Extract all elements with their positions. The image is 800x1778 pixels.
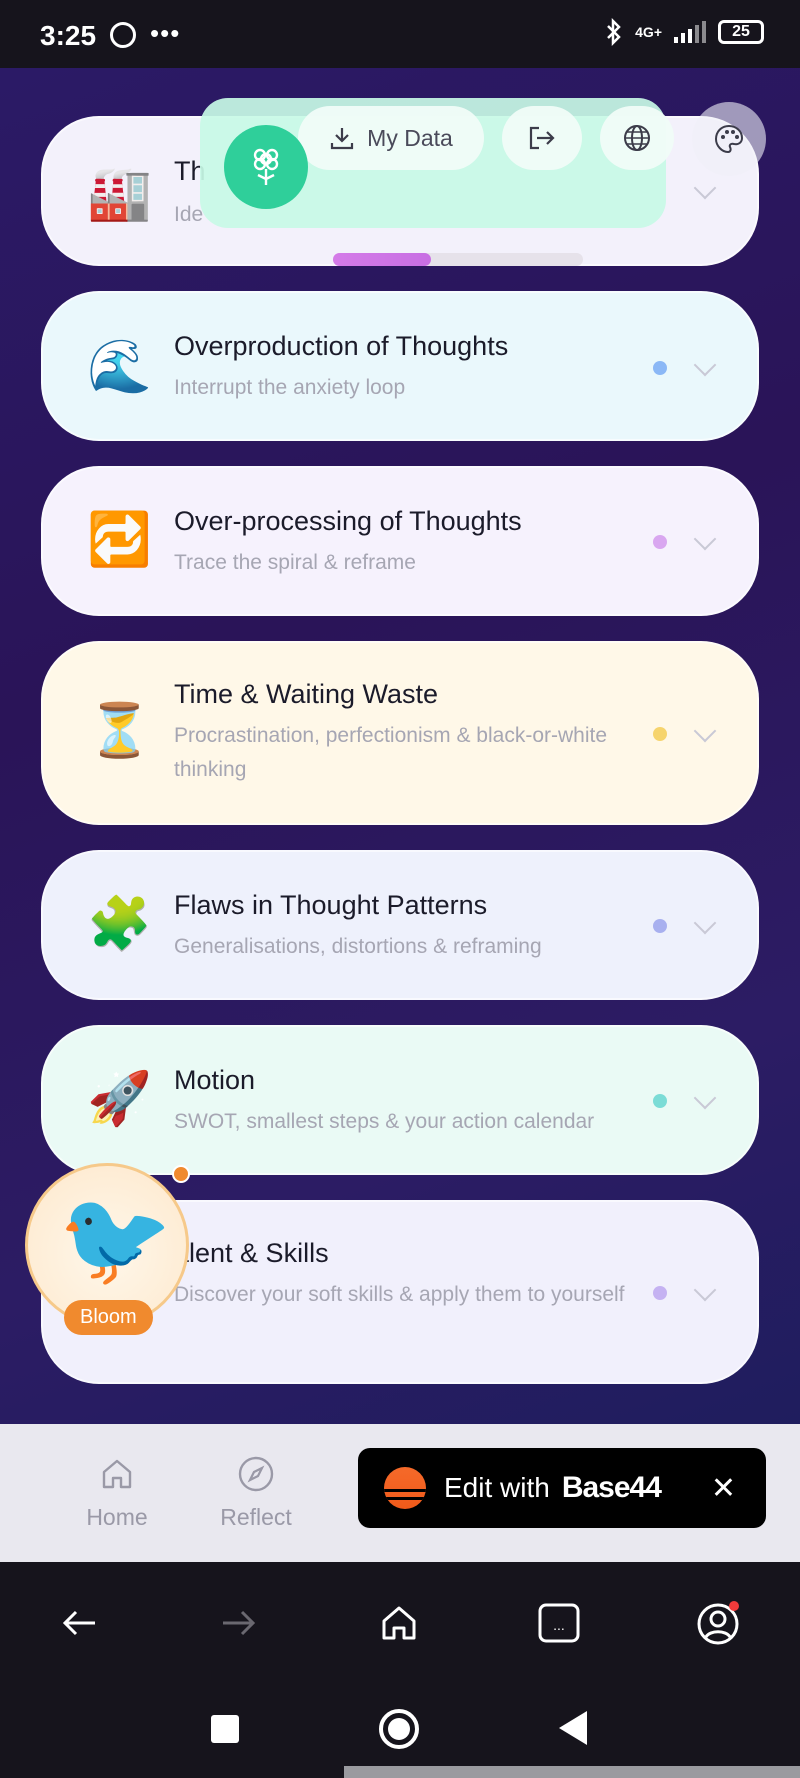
- phoenix-icon: 🐦: [58, 1188, 173, 1290]
- browser-home-button[interactable]: [374, 1598, 424, 1648]
- edit-with-label: Edit with: [444, 1472, 550, 1503]
- tabs-button[interactable]: ...: [534, 1598, 584, 1648]
- back-button[interactable]: [54, 1598, 104, 1648]
- scroll-indicator: [344, 1766, 800, 1778]
- clock: 3:25: [40, 20, 97, 51]
- mascot-label: Bloom: [64, 1300, 153, 1335]
- system-nav-bar: [0, 1680, 800, 1778]
- status-dot: [653, 1094, 667, 1108]
- account-icon: [697, 1601, 739, 1645]
- palette-icon: [714, 124, 744, 154]
- edit-with-base44-banner[interactable]: Edit with Base44 ✕: [358, 1448, 766, 1528]
- account-button[interactable]: [694, 1598, 744, 1648]
- category-card-flaws[interactable]: 🧩 Flaws in Thought Patterns Generalisati…: [41, 850, 759, 1000]
- tabs-count: ...: [553, 1617, 565, 1633]
- hourglass-icon: ⏳: [87, 702, 152, 760]
- factory-icon: 🏭: [87, 165, 152, 223]
- compass-icon: [238, 1456, 274, 1492]
- download-icon: [331, 128, 354, 150]
- card-subtitle: Discover your soft skills & apply them t…: [174, 1283, 625, 1306]
- back-icon: [62, 1610, 95, 1636]
- chevron-down-icon[interactable]: [693, 1278, 717, 1302]
- status-dot: [653, 727, 667, 741]
- logout-icon: [529, 126, 555, 150]
- back-nav-icon[interactable]: [558, 1710, 588, 1746]
- forward-button[interactable]: [214, 1598, 264, 1648]
- chevron-down-icon[interactable]: [693, 176, 717, 200]
- rocket-icon: 🚀: [87, 1070, 152, 1128]
- base44-logo-icon: [384, 1467, 426, 1509]
- network-type: 4G+: [635, 24, 662, 40]
- home-nav-icon[interactable]: [378, 1708, 420, 1750]
- category-card-time-waiting[interactable]: ⏳ Time & Waiting Waste Procrastination, …: [41, 641, 759, 825]
- tab-label: Home: [86, 1504, 148, 1530]
- theme-button[interactable]: [692, 102, 766, 176]
- card-subtitle: Interrupt the anxiety loop: [174, 376, 406, 399]
- puzzle-icon: 🧩: [87, 895, 152, 953]
- tab-home[interactable]: Home: [57, 1454, 177, 1531]
- tabs-icon: ...: [538, 1603, 580, 1643]
- home-icon: [102, 1459, 132, 1489]
- repeat-icon: 🔁: [87, 511, 152, 569]
- category-card-overproduction[interactable]: 🌊 Overproduction of Thoughts Interrupt t…: [41, 291, 759, 441]
- bluetooth-icon: [607, 18, 621, 46]
- language-button[interactable]: [600, 106, 674, 170]
- card-subtitle: Trace the spiral & reframe: [174, 551, 416, 574]
- card-subtitle: SWOT, smallest steps & your action calen…: [174, 1110, 595, 1133]
- card-title: Motion: [174, 1065, 256, 1095]
- notification-dot: [172, 1165, 190, 1183]
- battery-icon: 25: [718, 20, 764, 44]
- chevron-down-icon[interactable]: [693, 1086, 717, 1110]
- my-data-button[interactable]: My Data: [298, 106, 484, 170]
- card-title: alent & Skills: [174, 1238, 329, 1268]
- base44-brand: Base44: [561, 1471, 662, 1504]
- status-bar: 3:25 ••• 4G+ 25: [0, 0, 800, 68]
- globe-icon: [624, 125, 650, 151]
- card-title: Overproduction of Thoughts: [174, 331, 509, 361]
- browser-toolbar: ...: [0, 1562, 800, 1680]
- card-subtitle: Procrastination, perfectionism & black-o…: [174, 724, 608, 781]
- card-title: Time & Waiting Waste: [174, 679, 439, 709]
- tab-reflect[interactable]: Reflect: [196, 1454, 316, 1531]
- forward-icon: [223, 1610, 256, 1636]
- chevron-down-icon[interactable]: [693, 353, 717, 377]
- card-subtitle: Generalisations, distortions & reframing: [174, 935, 542, 958]
- battery-level: 25: [732, 23, 750, 40]
- status-dot: [653, 919, 667, 933]
- chevron-down-icon[interactable]: [693, 527, 717, 551]
- status-dot: [653, 361, 667, 375]
- chevron-down-icon[interactable]: [693, 719, 717, 743]
- home-icon: [382, 1606, 416, 1640]
- close-icon[interactable]: ✕: [711, 1471, 736, 1506]
- recents-icon[interactable]: [210, 1714, 240, 1744]
- logout-button[interactable]: [502, 106, 582, 170]
- signal-icon: [674, 21, 706, 43]
- status-dot: [653, 535, 667, 549]
- category-card-motion[interactable]: 🚀 Motion SWOT, smallest steps & your act…: [41, 1025, 759, 1175]
- category-card-over-processing[interactable]: 🔁 Over-processing of Thoughts Trace the …: [41, 466, 759, 616]
- flower-icon: [253, 148, 279, 185]
- status-dot: [653, 1286, 667, 1300]
- progress-bar: [333, 253, 583, 266]
- progress-fill: [333, 253, 431, 266]
- chevron-down-icon[interactable]: [693, 911, 717, 935]
- whatsapp-icon: [110, 22, 136, 48]
- wave-icon: 🌊: [87, 338, 152, 396]
- card-title: Over-processing of Thoughts: [174, 506, 522, 536]
- my-data-label: My Data: [367, 124, 453, 151]
- more-notifications-icon: •••: [150, 18, 181, 48]
- app-logo[interactable]: [224, 125, 308, 209]
- tab-label: Reflect: [220, 1504, 292, 1530]
- card-title: Flaws in Thought Patterns: [174, 890, 488, 920]
